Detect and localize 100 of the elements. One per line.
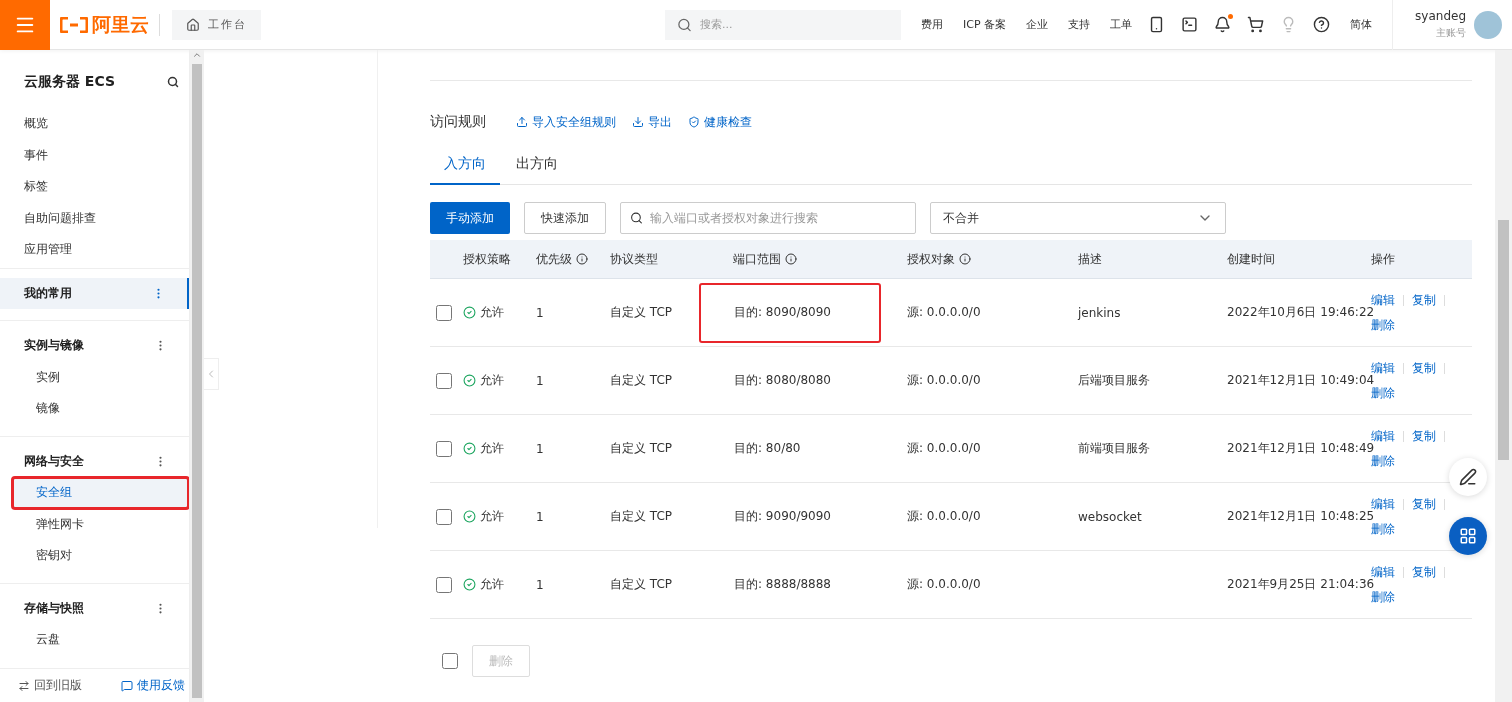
table-cell-text: 自定义 TCP [610,440,674,457]
feedback-link[interactable]: 使用反馈 [121,677,185,694]
sidebar-item[interactable]: 镜像 [0,393,189,425]
sidebar-group[interactable]: 存储与快照 [0,592,189,624]
sidebar-item[interactable]: 事件 [0,139,189,171]
language-link[interactable]: 简体 [1350,17,1373,32]
table-cell: 目的: 9090/9090 [734,508,831,525]
column-header: 操作 [1371,250,1395,268]
column-header: 优先级 [536,250,572,268]
home-icon [186,17,200,32]
action-link[interactable]: 编辑 [1371,359,1395,377]
action-link[interactable]: 删除 [1371,520,1395,538]
column-header: 授权策略 [463,250,511,268]
table-cell: 允许 [480,304,504,321]
sidebar-item[interactable]: 自助问题排查 [0,202,189,234]
select-all-checkbox[interactable] [442,653,458,669]
search-icon[interactable] [167,76,179,88]
sidebar-item[interactable]: 安全组 [12,477,189,509]
nav-link[interactable]: ICP 备案 [963,17,1007,32]
sidebar-item[interactable]: 应用管理 [0,234,189,266]
sidebar-group[interactable]: 我的常用 [0,277,189,309]
toolbar-link[interactable]: 健康检查 [688,113,752,131]
action-link[interactable]: 复制 [1412,291,1436,309]
table-cell: 目的: 8090/8090 [734,304,831,321]
sidebar-group[interactable]: 网络与安全 [0,445,189,477]
action-link[interactable]: 复制 [1412,495,1436,513]
swap-icon [18,679,30,692]
search-icon [677,17,692,32]
scrollbar[interactable] [190,50,204,702]
rule-search-field[interactable]: 输入端口或者授权对象进行搜索 [620,202,916,234]
sidebar-group[interactable]: 实例与镜像 [0,330,189,362]
upload-icon [516,116,528,128]
workbench-button[interactable]: 工作台 [172,9,261,40]
table-cell-text: jenkins [1078,305,1122,320]
user-name[interactable]: syandeg [1415,9,1466,23]
table-cell: 目的: 8888/8888 [734,576,831,593]
nav-link[interactable]: 费用 [921,17,943,32]
check-circle-icon [463,374,476,387]
action-link[interactable]: 删除 [1371,588,1395,606]
scroll-up-icon[interactable] [192,50,202,60]
action-link[interactable]: 删除 [1371,452,1395,470]
action-link[interactable]: 编辑 [1371,495,1395,513]
table-cell: 目的: 80/80 [734,440,801,457]
cart-icon[interactable] [1247,16,1265,33]
quick-add-button[interactable]: 快速添加 [524,202,606,234]
sidebar-item[interactable]: 标签 [0,171,189,203]
action-link[interactable]: 复制 [1412,563,1436,581]
action-link[interactable]: 删除 [1371,384,1395,402]
row-checkbox[interactable] [436,576,452,593]
back-link[interactable]: 回到旧版 [18,677,82,694]
bell-icon[interactable] [1214,16,1232,33]
column-header: 创建时间 [1227,250,1275,268]
direction-tab[interactable]: 入方向 [430,147,500,185]
sidebar-item[interactable]: 云盘 [0,624,189,656]
shield-icon [688,116,700,128]
row-checkbox[interactable] [436,304,452,321]
sidebar-item[interactable]: 实例 [0,361,189,393]
nav-link[interactable]: 工单 [1110,17,1133,32]
table-cell-text: 源: 0.0.0.0/0 [907,576,982,593]
column-header: 端口范围 [733,250,781,268]
direction-tab[interactable]: 出方向 [502,147,572,185]
toolbar-link[interactable]: 导入安全组规则 [516,113,616,131]
edit-button[interactable] [1449,458,1487,496]
menu-button[interactable] [0,0,50,50]
row-checkbox[interactable] [436,508,452,525]
nav-link[interactable]: 企业 [1026,17,1049,32]
table-cell-text: 源: 0.0.0.0/0 [907,372,982,389]
pen-icon [1459,468,1477,486]
table-cell-text: 后端项目服务 [1078,372,1151,389]
toolbar-link[interactable]: 导出 [632,113,672,131]
sidebar-item[interactable]: 弹性网卡 [0,508,189,540]
merge-select[interactable]: 不合并 [930,202,1226,234]
info-icon[interactable] [576,253,588,265]
check-circle-icon [463,306,476,319]
scrollbar[interactable] [1495,50,1512,702]
search-icon [630,211,643,225]
table-cell-text: 自定义 TCP [610,576,674,593]
terminal-icon[interactable] [1181,16,1199,33]
column-header: 协议类型 [610,250,658,268]
help-icon[interactable] [1313,16,1331,33]
row-checkbox[interactable] [436,440,452,457]
table-cell-text: 自定义 TCP [610,372,674,389]
table-cell: 允许 [480,440,504,457]
info-icon[interactable] [959,253,971,265]
sidebar-title: 云服务器 ECS [24,73,116,91]
search-field[interactable]: 搜索... [665,9,901,40]
sidebar-item[interactable]: 密钥对 [0,540,189,572]
info-icon[interactable] [785,253,797,265]
table-cell: 目的: 8080/8080 [734,372,831,389]
table-cell-text: 1 [536,441,545,456]
action-link[interactable]: 删除 [1371,316,1395,334]
check-circle-icon [463,442,476,455]
table-cell-text: 自定义 TCP [610,508,674,525]
row-checkbox[interactable] [436,372,452,389]
action-link[interactable]: 复制 [1412,359,1436,377]
add-button[interactable]: 手动添加 [430,202,510,234]
action-link[interactable]: 复制 [1412,427,1436,445]
apps-button[interactable] [1449,517,1487,555]
sidebar-item[interactable]: 概览 [0,108,189,140]
nav-link[interactable]: 支持 [1068,17,1091,32]
